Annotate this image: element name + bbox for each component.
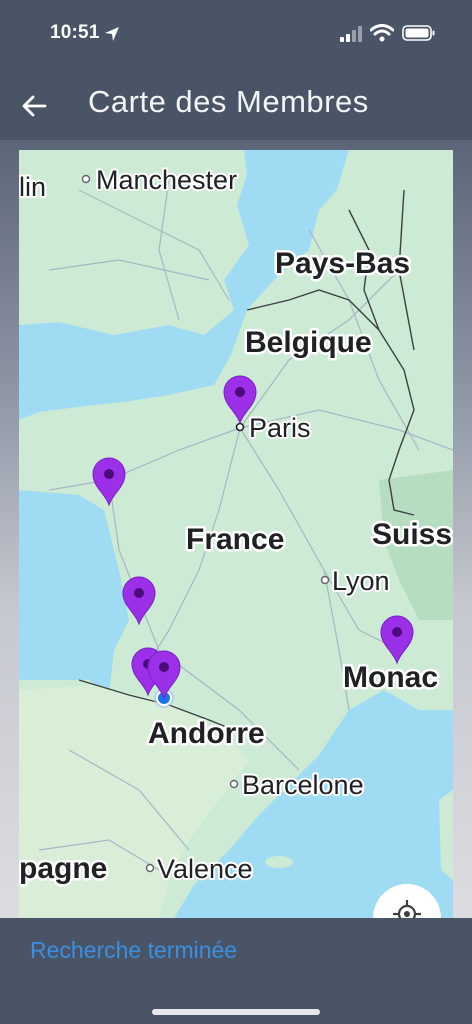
location-arrow-icon <box>105 27 119 41</box>
map-canvas[interactable]: lin Manchester Pays-Bas Belgique Paris F… <box>19 150 453 918</box>
search-status-message: Recherche terminée <box>30 937 238 963</box>
status-time: 10:51 <box>50 22 100 43</box>
battery-icon <box>402 25 435 41</box>
status-bar: 10:51 <box>0 0 472 70</box>
label-barcelone: Barcelone <box>242 770 364 800</box>
baleares-area <box>265 856 293 868</box>
label-france: France <box>186 523 284 556</box>
label-suisse: Suiss <box>372 518 452 551</box>
label-lyon: Lyon <box>332 566 390 596</box>
city-dot-barcelone <box>229 779 239 789</box>
signal-icon <box>340 26 362 42</box>
label-valence: Valence <box>157 854 253 884</box>
wifi-icon <box>370 24 394 42</box>
label-espagne: pagne <box>19 852 107 885</box>
page-title: Carte des Membres <box>88 84 369 119</box>
city-dot-lyon <box>320 575 330 585</box>
label-manchester: Manchester <box>96 165 237 195</box>
map-view[interactable]: lin Manchester Pays-Bas Belgique Paris F… <box>19 150 453 918</box>
label-paris: Paris <box>249 413 311 443</box>
label-pays-bas: Pays-Bas <box>275 247 410 280</box>
back-button[interactable] <box>16 88 52 124</box>
label-monaco: Monac <box>343 661 438 694</box>
city-dot-manchester <box>81 174 91 184</box>
label-andorre: Andorre <box>148 717 265 750</box>
arrow-left-icon <box>22 95 47 117</box>
app-bar: Carte des Membres <box>0 70 472 140</box>
bottom-bar: Recherche terminée <box>0 918 472 1024</box>
label-belgique: Belgique <box>245 326 372 359</box>
city-dot-valence <box>145 863 155 873</box>
corsica-area <box>439 790 453 880</box>
home-indicator[interactable] <box>152 1009 320 1015</box>
label-lin: lin <box>19 172 46 202</box>
